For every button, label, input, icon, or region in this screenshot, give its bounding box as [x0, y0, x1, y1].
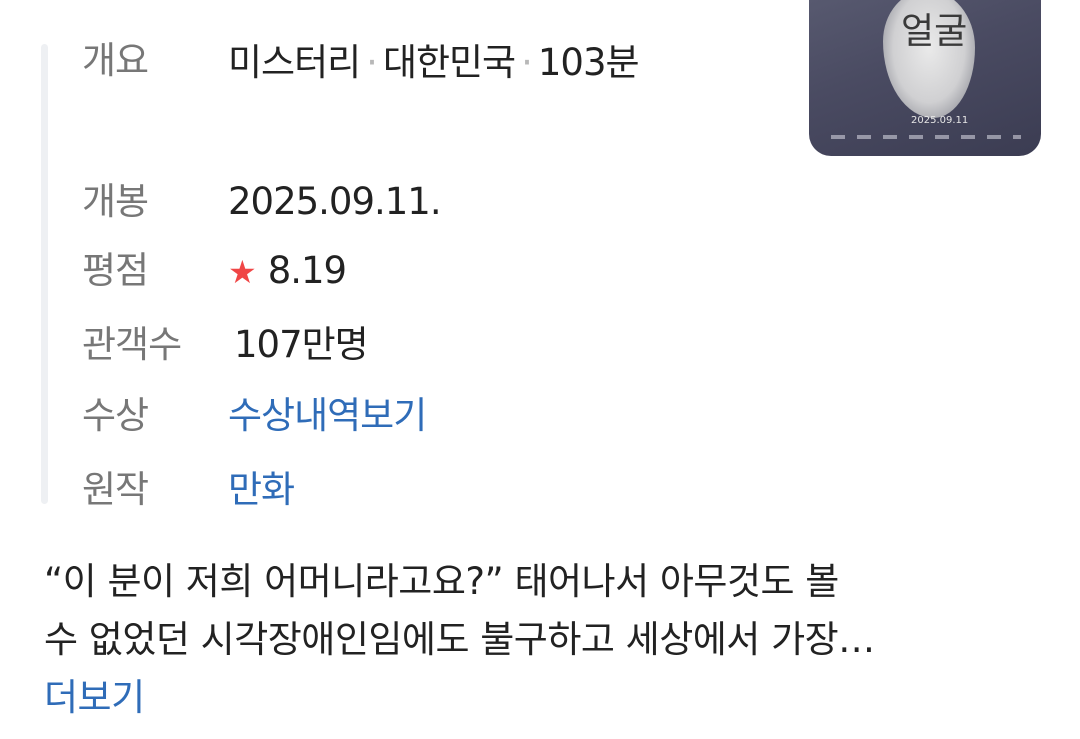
- award-history-link[interactable]: 수상내역보기: [228, 388, 427, 444]
- poster-date: 2025.09.11: [911, 115, 969, 126]
- genre-value: 미스터리 · 대한민국 · 103분: [228, 33, 748, 93]
- release-label: 개봉: [82, 180, 149, 223]
- poster-title: 얼굴: [901, 11, 968, 52]
- original-label: 원작: [82, 468, 149, 511]
- star-icon: ★: [228, 253, 257, 291]
- synopsis: “이 분이 저희 어머니라고요?” 태어나서 아무것도 볼 수 없었던 시각장애…: [44, 553, 1054, 727]
- audience-count: 107만명: [234, 323, 369, 366]
- info-row-original: 원작 만화: [82, 462, 295, 518]
- info-side-bar: [41, 44, 48, 504]
- poster-credits: [831, 135, 1021, 139]
- rating-label: 평점: [82, 249, 149, 292]
- synopsis-line: “이 분이 저희 어머니라고요?” 태어나서 아무것도 볼: [44, 560, 839, 603]
- award-label: 수상: [82, 394, 149, 437]
- genre-runtime: 103분: [537, 41, 640, 84]
- original-work-link[interactable]: 만화: [228, 462, 295, 518]
- movie-poster[interactable]: 얼굴 2025.09.11: [809, 0, 1041, 156]
- release-date: 2025.09.11.: [228, 180, 442, 223]
- separator-dot: ·: [521, 41, 533, 84]
- genre-category: 미스터리: [228, 41, 361, 84]
- info-row-rating: 평점 ★ 8.19: [82, 243, 347, 299]
- info-row-audience: 관객수 107만명: [82, 317, 369, 373]
- audience-label: 관객수: [82, 323, 182, 366]
- genre-country: 대한민국: [382, 41, 516, 84]
- rating-value-wrap: ★ 8.19: [228, 243, 347, 300]
- info-row-award: 수상 수상내역보기: [82, 388, 427, 444]
- genre-label: 개요: [82, 39, 149, 82]
- synopsis-line: 수 없었던 시각장애인임에도 불구하고 세상에서 가장…: [44, 618, 875, 661]
- info-row-release: 개봉 2025.09.11.: [82, 174, 442, 230]
- rating-score: 8.19: [267, 249, 347, 292]
- separator-dot: ·: [366, 41, 378, 84]
- info-row-genre: 개요 미스터리 · 대한민국 · 103분: [82, 33, 640, 89]
- more-button[interactable]: 더보기: [44, 669, 1054, 727]
